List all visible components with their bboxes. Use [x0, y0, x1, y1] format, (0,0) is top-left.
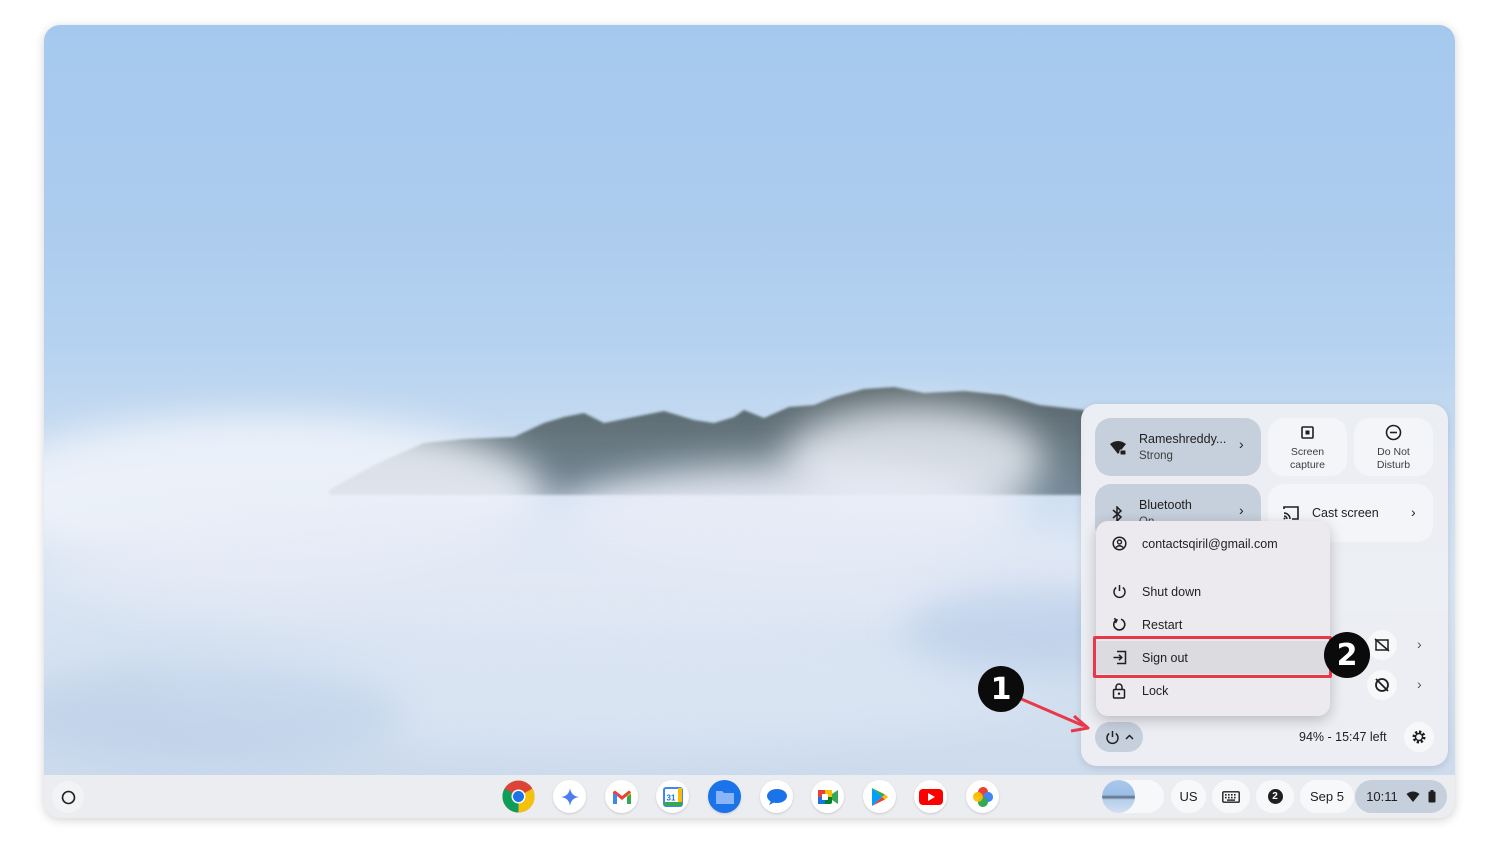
chevron-up-icon: [1124, 734, 1134, 740]
clock: 10:11: [1366, 789, 1398, 804]
step-2-badge: 2: [1324, 632, 1370, 678]
network-status: Strong: [1139, 450, 1173, 462]
gear-icon: [1412, 730, 1426, 744]
chevron-right-icon: ›: [1411, 504, 1416, 520]
shelf: 31 US 2 Sep 5 10:11: [44, 775, 1455, 818]
status-area-button[interactable]: 10:11: [1355, 780, 1447, 813]
input-method-button[interactable]: US: [1171, 780, 1206, 813]
app-messages[interactable]: [760, 780, 793, 813]
keyboard-icon: [1222, 790, 1240, 803]
chrome-icon: [502, 780, 535, 813]
account-circle-icon: [1110, 535, 1128, 553]
wallpaper-thumbnail: [1102, 780, 1135, 813]
gemini-icon: [560, 787, 579, 806]
launcher-icon: [61, 790, 75, 804]
calendar-icon: 31: [662, 786, 683, 807]
wifi-lock-icon: [1110, 441, 1127, 456]
chevron-right-icon: ›: [1239, 436, 1244, 452]
sign-out-highlight: [1093, 636, 1332, 678]
battery-icon: [1428, 790, 1436, 803]
screen-capture-tile[interactable]: Screen capture: [1268, 418, 1347, 476]
location-off-button[interactable]: [1367, 670, 1397, 700]
play-store-icon: [871, 787, 888, 806]
app-files[interactable]: [708, 780, 741, 813]
launcher-button[interactable]: [52, 781, 84, 813]
bluetooth-label: Bluetooth: [1139, 498, 1192, 512]
do-not-disturb-tile[interactable]: Do Not Disturb: [1354, 418, 1433, 476]
app-meet[interactable]: [811, 780, 844, 813]
account-email: contactsqiril@gmail.com: [1142, 536, 1278, 551]
account-item: contactsqiril@gmail.com: [1096, 527, 1330, 560]
photos-icon: [972, 786, 993, 807]
screen-capture-label: Screen capture: [1289, 446, 1326, 471]
power-icon: [1105, 730, 1119, 744]
step-1-badge: 1: [978, 666, 1024, 712]
lock-item[interactable]: Lock: [1096, 674, 1330, 707]
do-not-disturb-label: Do Not Disturb: [1376, 446, 1411, 471]
battery-status: 94% - 15:47 left: [1299, 730, 1387, 744]
app-calendar[interactable]: 31: [656, 780, 689, 813]
gmail-icon: [612, 790, 631, 804]
app-photos[interactable]: [966, 780, 999, 813]
app-gemini[interactable]: [553, 780, 586, 813]
do-not-disturb-icon: [1385, 424, 1402, 441]
camera-off-button[interactable]: [1367, 630, 1397, 660]
app-chrome[interactable]: [502, 780, 535, 813]
chevron-right-icon: ›: [1239, 502, 1244, 518]
app-play-store[interactable]: [863, 780, 896, 813]
power-icon: [1110, 583, 1128, 601]
meet-icon: [817, 789, 838, 804]
bluetooth-icon: [1112, 506, 1123, 522]
screen-capture-icon: [1301, 426, 1314, 439]
shut-down-item[interactable]: Shut down: [1096, 575, 1330, 608]
network-name: Rameshreddy...: [1139, 432, 1227, 446]
power-menu: contactsqiril@gmail.com Shut down Restar…: [1096, 521, 1330, 716]
app-youtube[interactable]: [914, 780, 947, 813]
wifi-icon: [1406, 791, 1420, 802]
chevron-right-icon[interactable]: ›: [1417, 636, 1422, 652]
chromeos-desktop: Rameshreddy... Strong › Screen capture D…: [44, 25, 1455, 818]
restart-icon: [1110, 616, 1128, 634]
chevron-right-icon[interactable]: ›: [1417, 676, 1422, 692]
youtube-icon: [918, 788, 943, 805]
notifications-button[interactable]: 2: [1256, 780, 1294, 813]
settings-button[interactable]: [1404, 722, 1434, 752]
messages-icon: [766, 788, 787, 805]
power-menu-button[interactable]: [1095, 722, 1143, 752]
app-gmail[interactable]: [605, 780, 638, 813]
holding-space-tray[interactable]: [1102, 780, 1164, 813]
network-tile[interactable]: Rameshreddy... Strong ›: [1095, 418, 1261, 476]
cast-icon: [1283, 506, 1299, 520]
date-button[interactable]: Sep 5: [1300, 780, 1354, 813]
cast-screen-label: Cast screen: [1312, 506, 1379, 520]
location-off-icon: [1375, 678, 1389, 692]
notification-count-badge: 2: [1267, 789, 1283, 804]
lock-icon: [1110, 682, 1128, 700]
camera-off-icon: [1374, 638, 1390, 652]
virtual-keyboard-button[interactable]: [1212, 780, 1250, 813]
calendar-day: 31: [666, 793, 675, 802]
folder-icon: [715, 790, 734, 804]
